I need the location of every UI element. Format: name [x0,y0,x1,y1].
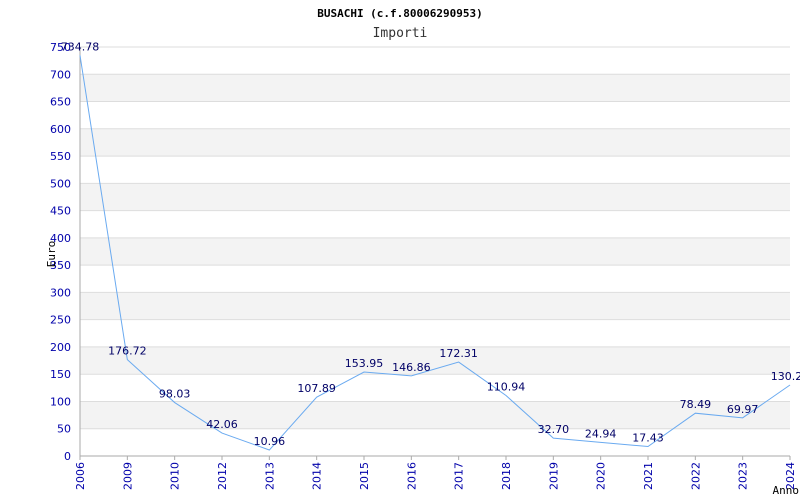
grid-band [80,128,790,157]
y-tick-label: 650 [50,96,71,109]
x-tick-label: 2022 [689,462,702,490]
y-tick-label: 500 [50,177,71,190]
x-tick-label: 2010 [169,462,182,490]
y-tick-label: 550 [50,150,71,163]
x-tick-label: 2019 [547,462,560,490]
data-label: 172.31 [439,347,478,360]
data-label: 110.94 [487,381,526,394]
x-tick-label: 2020 [595,462,608,490]
data-label: 107.89 [297,382,336,395]
chart-title: BUSACHI (c.f.80006290953) [317,7,483,20]
y-tick-label: 100 [50,395,71,408]
data-label: 78.49 [680,398,712,411]
data-label: 32.70 [538,423,570,436]
data-label: 98.03 [159,388,191,401]
line-chart: BUSACHI (c.f.80006290953) Importi 0 50 100… [45,7,800,497]
x-tick-label: 2014 [311,462,324,490]
data-label: 153.95 [345,357,384,370]
x-tick-label: 2021 [642,462,655,490]
y-axis-label: Euro [45,241,58,268]
data-label: 130.22 [771,370,800,383]
data-label: 42.06 [206,418,238,431]
x-tick-label: 2009 [121,462,134,490]
x-tick-label: 2006 [74,462,87,490]
y-tick-label: 250 [50,314,71,327]
x-tick-label: 2023 [737,462,750,490]
data-label: 24.94 [585,427,617,440]
x-tick-labels: 2006 2009 2010 2012 2013 2014 2015 2016 2017 2018… [74,456,797,490]
grid-bands [80,74,790,429]
y-tick-label: 150 [50,368,71,381]
y-tick-label: 700 [50,68,71,81]
data-label: 734.78 [61,40,100,53]
x-tick-label: 2013 [263,462,276,490]
x-tick-label: 2015 [358,462,371,490]
grid-band [80,183,790,211]
data-label: 176.72 [108,345,147,358]
y-tick-label: 300 [50,286,71,299]
grid-band [80,237,790,266]
y-tick-label: 450 [50,205,71,218]
data-label: 146.86 [392,361,431,374]
x-tick-label: 2018 [500,462,513,490]
x-tick-label: 2016 [405,462,418,490]
grid-band [80,346,790,375]
y-tick-label: 50 [57,423,71,436]
y-tick-label: 600 [50,123,71,136]
grid-band [80,292,790,320]
chart-subtitle: Importi [373,26,428,41]
x-tick-label: 2012 [216,462,229,490]
y-tick-label: 200 [50,341,71,354]
y-tick-label: 0 [64,450,71,463]
grid-band [80,74,790,102]
x-tick-label: 2017 [453,462,466,490]
data-label: 69.97 [727,403,759,416]
x-axis-label: Anno [773,484,800,497]
data-label: 10.96 [254,435,286,448]
data-label: 17.43 [632,431,664,444]
